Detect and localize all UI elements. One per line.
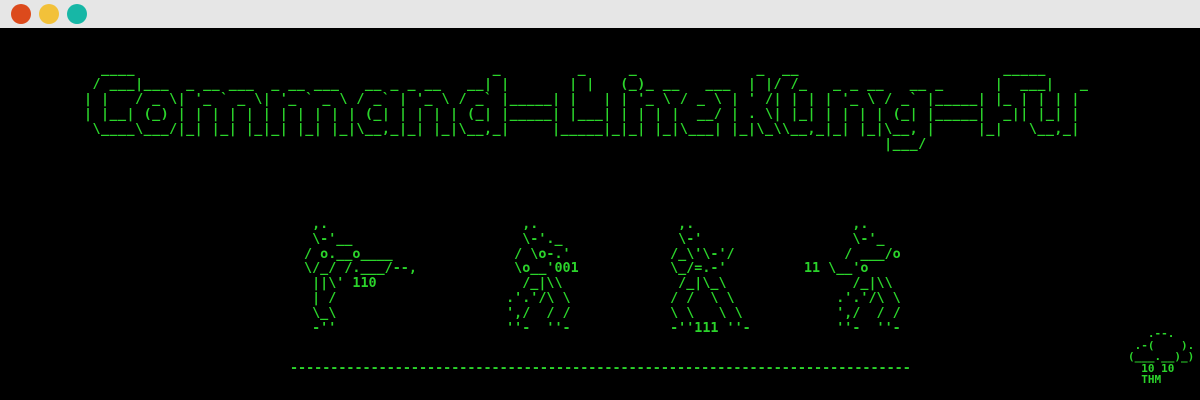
fighter-figure-1: ,. \-'__ / o.__o____ \/_/ /.___/--, ||\'… bbox=[304, 217, 417, 336]
maximize-window-button[interactable] bbox=[67, 4, 87, 24]
minimize-window-button[interactable] bbox=[39, 4, 59, 24]
close-window-button[interactable] bbox=[11, 4, 31, 24]
thm-logo: .--. .-( ). (___.__)_) 10 10 THM bbox=[1128, 327, 1195, 386]
window-titlebar bbox=[0, 0, 1200, 28]
ground-line: ----------------------------------------… bbox=[290, 362, 910, 376]
terminal-output[interactable]: ____ _ _ _ _ __ _____ / ___|___ _ __ ___… bbox=[0, 28, 1200, 400]
fighter-figure-3: ,. \-' /_\'\-'/ \_/=.-' /_|\_\ / / \ \ \… bbox=[670, 217, 751, 336]
fighter-figure-2: ,. \-'._ / \o-.' \o__'001 /_|\\ .'.'/\ \… bbox=[506, 217, 579, 336]
fighter-figure-4: ,. \-'_ / ___/o 11 \__'o /_|\\ .'.'/\ \ … bbox=[804, 217, 901, 336]
banner-ascii-art: ____ _ _ _ _ __ _____ / ___|___ _ __ ___… bbox=[84, 62, 1089, 152]
